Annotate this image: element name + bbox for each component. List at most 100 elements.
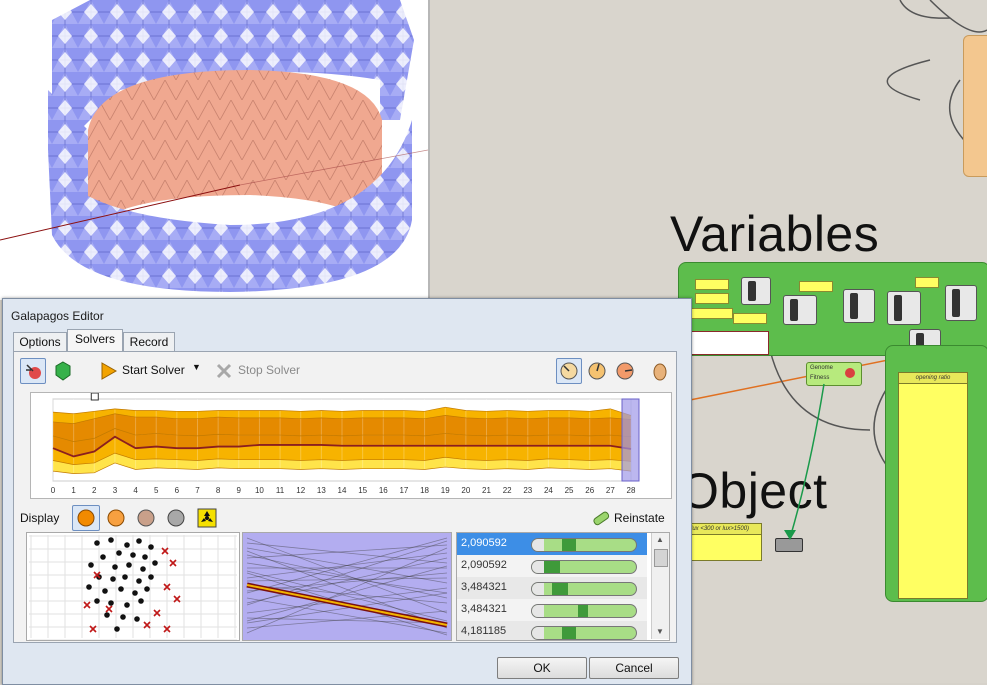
scroll-down-icon[interactable]: ▼ [656,627,664,636]
chart-tick-label: 18 [420,486,429,495]
genome-row[interactable]: 4,181185 [457,621,647,640]
genome-pill-segment [578,605,588,617]
tab-record[interactable]: Record [123,332,175,351]
chart-tick-label: 17 [399,486,408,495]
genome-row[interactable]: 3,484321 [457,599,647,621]
stop-solver-button[interactable]: Stop Solver [238,363,300,377]
ring-mesh-render [0,0,428,292]
chart-tick-label: 25 [565,486,574,495]
population-dot [140,566,146,572]
display-mode-4-button[interactable] [162,505,190,531]
scroll-thumb[interactable] [654,549,668,567]
chart-tick-label: 0 [51,486,56,495]
genome-pill [531,538,637,552]
tab-solvers[interactable]: Solvers [67,329,123,352]
chart-tick-label: 16 [379,486,388,495]
display-mode-2-button[interactable] [102,505,130,531]
display-mode-3-button[interactable] [132,505,160,531]
stop-solver-icon[interactable] [212,359,236,383]
population-dot [102,588,108,594]
genome-row[interactable]: 2,090592 [457,533,647,555]
start-solver-dropdown-icon[interactable]: ▼ [192,362,201,372]
start-solver-button[interactable]: Start Solver [122,363,185,377]
genome-pill-cap [532,583,544,595]
chart-tick-label: 11 [276,486,285,495]
genome-fitness-value: 3,484321 [461,581,507,593]
chart-tick-label: 2 [92,486,97,495]
genome-pill-segment [562,539,576,551]
chart-tick-label: 15 [358,486,367,495]
population-dot [112,564,118,570]
rhino-viewport[interactable] [0,0,430,300]
reinstate-icon[interactable] [588,505,614,531]
galapagos-editor-window[interactable]: Galapagos Editor Options Solvers Record … [2,298,692,685]
discarded-marker [169,559,177,567]
gauge-fast-icon [616,362,634,380]
fitness-chart-svg: 0 1 2 3 4 5 6 7 8 9 10 11 12 13 14 15 16 17 18 19 20 21 22 23 24… [51,392,640,495]
scroll-up-icon[interactable]: ▲ [656,535,664,544]
genome-pill [531,626,637,640]
population-dot [126,562,132,568]
genome-list[interactable]: 2,090592 2,090592 3,484321 3,484321 4,181185… [456,532,670,641]
speed-medium-button[interactable] [584,358,610,384]
population-dot [130,552,136,558]
chart-tick-label: 24 [544,486,553,495]
cancel-button[interactable]: Cancel [589,657,679,679]
solvers-panel: Start Solver ▼ Stop Solver 0 1 2 3 4 5 6 7 8 9 10 1… [13,351,677,643]
genetic-solver-icon [26,364,41,379]
genome-pill-segment [562,627,576,639]
population-dot [108,537,114,543]
mixed-sphere-icon [137,509,155,527]
genome-pill-cap [532,627,544,639]
population-dot [116,550,122,556]
genome-fitness-value: 3,484321 [461,603,507,615]
window-title: Galapagos Editor [11,309,104,323]
chart-tick-label: 21 [482,486,491,495]
genome-pill [531,604,637,618]
discarded-marker [153,609,161,617]
population-dot [122,574,128,580]
speed-slow-button[interactable] [556,358,582,384]
orange-sphere-icon [77,509,95,527]
annealing-solver-button[interactable] [50,358,76,384]
genome-pill-cap [532,539,544,551]
population-dot [152,560,158,566]
genome-map[interactable] [242,532,452,641]
population-dot [144,586,150,592]
population-dot [120,614,126,620]
egg-button[interactable] [648,358,672,384]
display-bar: Display Reinstate [14,504,676,531]
chart-tick-label: 19 [441,486,450,495]
genome-fitness-value: 2,090592 [461,537,507,549]
chart-tick-label: 9 [237,486,242,495]
speed-fast-button[interactable] [612,358,638,384]
gauge-slow-icon [560,362,578,380]
genome-line [246,544,448,559]
genome-list-scrollbar[interactable]: ▲ ▼ [651,533,669,639]
radioactive-button[interactable] [194,505,220,531]
tab-options[interactable]: Options [13,332,67,351]
chart-tick-label: 8 [216,486,221,495]
display-mode-1-button[interactable] [72,505,100,531]
genetic-solver-button[interactable] [20,358,46,384]
population-dot [86,584,92,590]
start-solver-icon[interactable] [96,359,120,383]
chart-tick-label: 1 [71,486,76,495]
population-dot [118,586,124,592]
ok-button[interactable]: OK [497,657,587,679]
radioactive-icon [197,508,217,528]
orange-sphere-icon [107,509,125,527]
reinstate-button[interactable]: Reinstate [614,511,665,525]
fitness-chart[interactable]: 0 1 2 3 4 5 6 7 8 9 10 11 12 13 14 15 16 17 18 19 20 21 22 23 24… [30,392,672,499]
population-dot [138,598,144,604]
chart-tick-label: 14 [338,486,347,495]
population-dot [148,544,154,550]
population-dot [110,576,116,582]
genome-row[interactable]: 3,484321 [457,577,647,599]
grey-sphere-icon [167,509,185,527]
population-dot [104,612,110,618]
population-scatter[interactable] [26,532,240,641]
population-dot [88,562,94,568]
genome-row[interactable]: 2,090592 [457,555,647,577]
chart-tick-label: 26 [585,486,594,495]
